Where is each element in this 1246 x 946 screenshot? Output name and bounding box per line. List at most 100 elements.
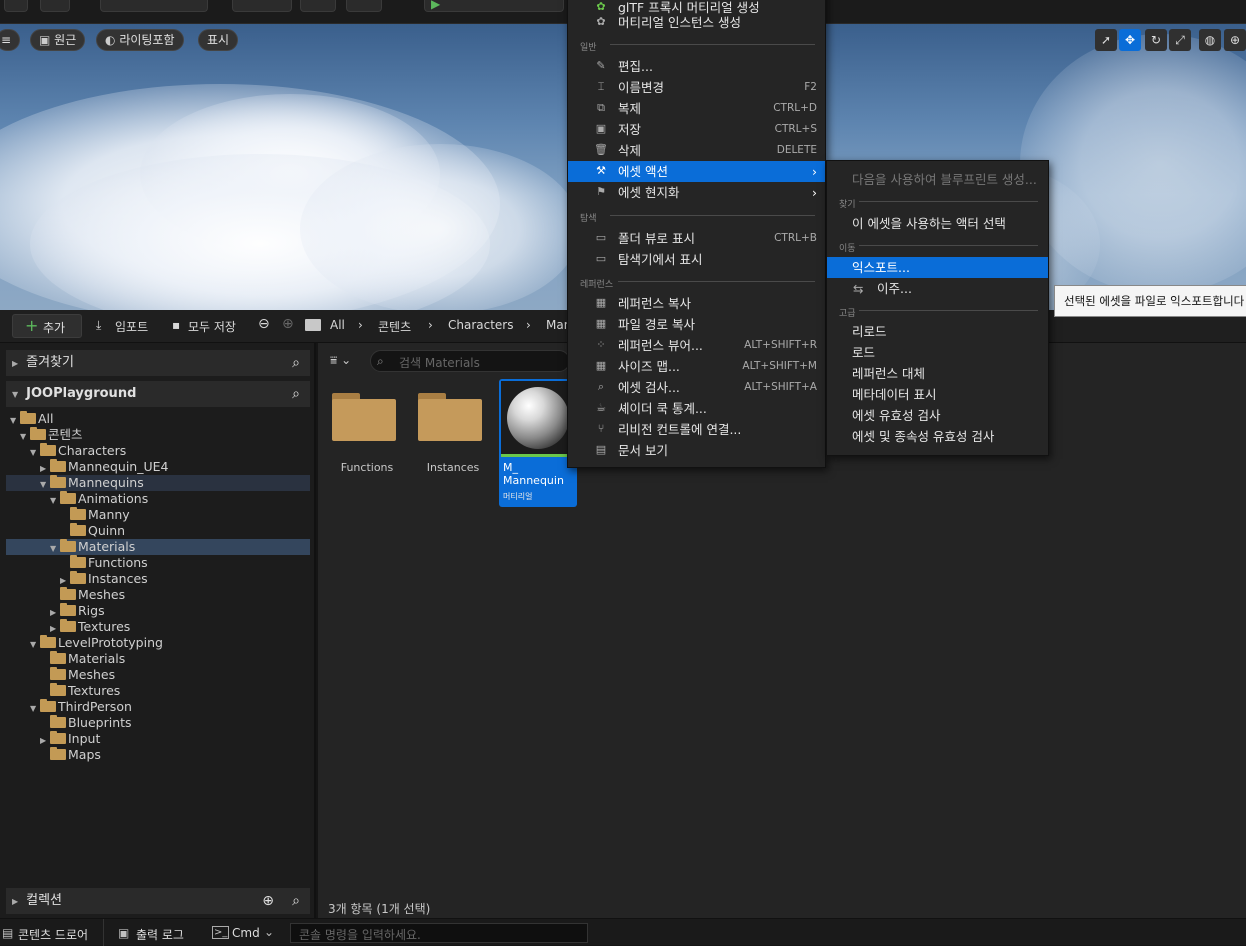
perspective-button[interactable]: ▣ 원근 [30,29,86,51]
breadcrumb-all[interactable]: All [330,318,345,332]
menu-item-advanced-5[interactable]: 에셋 및 종속성 유효성 검사 [827,426,1048,447]
tree-folder-item[interactable]: ▼ Characters [6,443,310,459]
menu-item-explore-0[interactable]: ▭ 폴더 뷰로 표시 CTRL+B [568,228,825,249]
menu-item-select-actors[interactable]: 이 에셋을 사용하는 액터 선택 [827,213,1048,234]
tree-folder-item[interactable]: ▼ Materials [6,539,310,555]
folder-instances[interactable] [418,393,482,441]
rotate-icon[interactable]: ↻ [1145,29,1167,51]
menu-item-references-3[interactable]: ▦ 사이즈 맵... ALT+SHIFT+M [568,356,825,377]
tree-folder-item[interactable]: ▶ Rigs [6,603,310,619]
asset-m-mannequin[interactable]: M_ Mannequin 머티리얼 [499,379,577,507]
search-icon[interactable]: ⌕ [292,381,300,407]
menu-item-export[interactable]: 익스포트... [827,257,1048,278]
menu-item-advanced-1[interactable]: 로드 [827,342,1048,363]
menu-item-icon: ⌕ [597,380,605,393]
console-input[interactable]: 콘솔 명령을 입력하세요. [290,923,588,943]
menu-item-create-blueprint[interactable]: 다음을 사용하여 블루프린트 생성... [827,169,1048,190]
menu-item-references-6[interactable]: ⑂ 리비전 컨트롤에 연결... [568,419,825,440]
browse-icon[interactable] [40,0,70,12]
cmd-dropdown[interactable]: >_ Cmd ⌄ [208,922,282,944]
favorites-header[interactable]: ▶ 즐겨찾기 ⌕ [6,350,310,376]
menu-item-advanced-2[interactable]: 레퍼런스 대체 [827,363,1048,384]
tree-folder-item[interactable]: Meshes [6,667,310,683]
menu-item-label: 레퍼런스 뷰어... [618,338,703,353]
menu-item-general-3[interactable]: ▣ 저장 CTRL+S [568,119,825,140]
menu-item-references-5[interactable]: ☕ 셰이더 쿡 통계... [568,398,825,419]
tree-folder-item[interactable]: ▼ LevelPrototyping [6,635,310,651]
menu-item-general-1[interactable]: ⌶ 이름변경 F2 [568,77,825,98]
scale-icon[interactable]: ⤢ [1169,29,1191,51]
search-input[interactable]: ⌕ 검색 Materials [370,350,570,372]
menu-item-references-0[interactable]: ▦ 레퍼런스 복사 [568,293,825,314]
menu-item-advanced-4[interactable]: 에셋 유효성 검사 [827,405,1048,426]
tree-folder-item[interactable]: ▼ All [6,411,310,427]
cinematics-button[interactable] [346,0,382,12]
tree-folder-label: Materials [68,651,126,666]
menu-item-general-5[interactable]: ⚒ 에셋 액션 › [568,161,825,182]
breadcrumb-content[interactable]: 콘텐츠 [378,318,411,335]
menu-item-general-0[interactable]: ✎ 편집... [568,56,825,77]
tree-folder-item[interactable]: Blueprints [6,715,310,731]
menu-item-create-instance[interactable]: ✿ 머티리얼 인스턴스 생성 [568,12,825,33]
add-collection-icon[interactable]: ⊕ [262,888,274,914]
item-count-status: 3개 항목 (1개 선택) [328,902,431,916]
project-header[interactable]: ▼ JOOPlayground ⌕ [6,381,310,407]
tree-folder-item[interactable]: Manny [6,507,310,523]
tree-folder-item[interactable]: Meshes [6,587,310,603]
tree-folder-item[interactable]: ▶ Input [6,731,310,747]
menu-item-references-2[interactable]: ⁘ 레퍼런스 뷰어... ALT+SHIFT+R [568,335,825,356]
tree-folder-item[interactable]: Materials [6,651,310,667]
menu-item-migrate[interactable]: ⇆ 이주... [827,278,1048,299]
tree-folder-item[interactable]: ▶ Textures [6,619,310,635]
mode-select-button[interactable] [100,0,208,12]
translate-icon[interactable]: ✥ [1119,29,1141,51]
menu-item-references-1[interactable]: ▦ 파일 경로 복사 [568,314,825,335]
breadcrumb-characters[interactable]: Characters [448,318,514,332]
search-icon[interactable]: ⌕ [292,888,300,914]
menu-item-references-7[interactable]: ▤ 문서 보기 [568,440,825,461]
import-button[interactable]: 임포트 [115,318,148,335]
viewport-menu-button[interactable]: ≡ [0,29,20,51]
menu-item-general-6[interactable]: ⚑ 에셋 현지화 › [568,182,825,203]
tree-folder-item[interactable]: Maps [6,747,310,763]
collections-header[interactable]: ▶ 컬렉션 ⊕ ⌕ [6,888,310,914]
play-controls[interactable]: ▶ [424,0,564,12]
tree-folder-item[interactable]: ▶ Mannequin_UE4 [6,459,310,475]
tree-folder-item[interactable]: ▼ Mannequins [6,475,310,491]
menu-item-general-2[interactable]: ⧉ 복제 CTRL+D [568,98,825,119]
tree-folder-item[interactable]: ▼ 콘텐츠 [6,427,310,443]
forward-icon[interactable]: ⊕ [282,316,294,332]
select-mode-icon[interactable]: ➚ [1095,29,1117,51]
save-all-button[interactable]: 모두 저장 [188,318,236,335]
tree-folder-item[interactable]: ▼ ThirdPerson [6,699,310,715]
favorites-label: 즐겨찾기 [26,355,74,370]
play-icon[interactable]: ▶ [431,0,440,11]
menu-item-references-4[interactable]: ⌕ 에셋 검사... ALT+SHIFT+A [568,377,825,398]
menu-item-label: 이 에셋을 사용하는 액터 선택 [852,216,1006,231]
snap-icon[interactable]: ⊕ [1224,29,1246,51]
tree-folder-item[interactable]: Quinn [6,523,310,539]
menu-item-advanced-3[interactable]: 메타데이터 표시 [827,384,1048,405]
lighting-button[interactable]: ◐ 라이팅포함 [96,29,184,51]
menu-item-explore-1[interactable]: ▭ 탐색기에서 표시 [568,249,825,270]
save-icon[interactable] [4,0,28,12]
tree-folder-item[interactable]: Functions [6,555,310,571]
add-button[interactable]: + 추가 [12,314,82,338]
output-log-button[interactable]: ▣ 출력 로그 [112,919,202,946]
folder-icon [70,555,86,568]
add-actor-button[interactable] [232,0,292,12]
tree-folder-item[interactable]: Textures [6,683,310,699]
world-space-icon[interactable]: ◍ [1199,29,1221,51]
back-icon[interactable]: ⊖ [258,316,270,332]
blueprint-button[interactable] [300,0,336,12]
menu-item-label: 셰이더 쿡 통계... [618,401,707,416]
search-icon[interactable]: ⌕ [292,350,300,376]
menu-item-advanced-0[interactable]: 리로드 [827,321,1048,342]
menu-item-general-4[interactable]: 🗑 삭제 DELETE [568,140,825,161]
show-button[interactable]: 표시 [198,29,239,51]
filter-icon[interactable]: ⩸ ⌄ [330,353,351,368]
tree-folder-item[interactable]: ▶ Instances [6,571,310,587]
tree-folder-item[interactable]: ▼ Animations [6,491,310,507]
folder-functions[interactable] [332,393,396,441]
content-drawer-button[interactable]: ▤ 콘텐츠 드로어 [0,919,104,946]
